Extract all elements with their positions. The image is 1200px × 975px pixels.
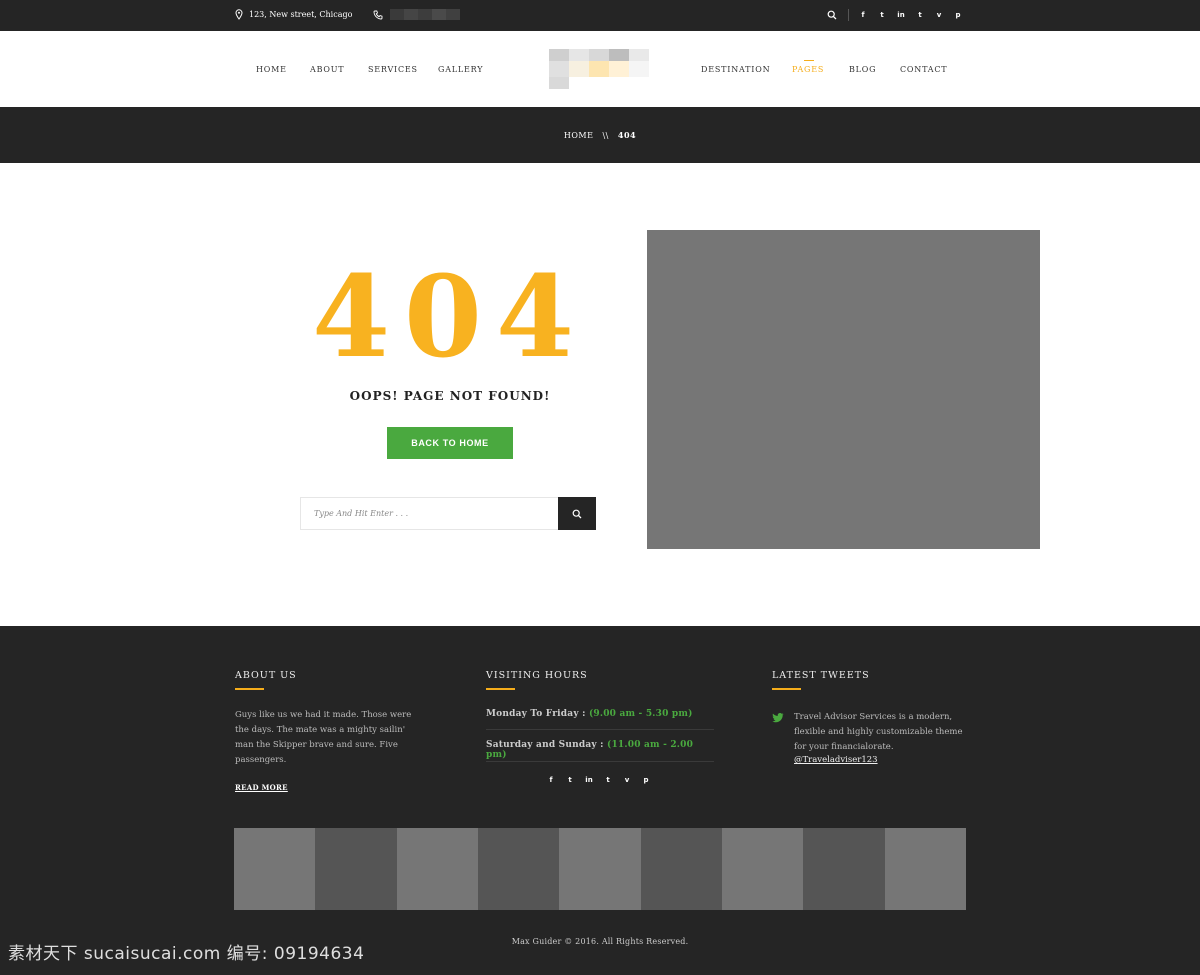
logo[interactable] xyxy=(549,49,649,89)
nav-about[interactable]: ABOUT xyxy=(310,65,344,74)
facebook-icon[interactable]: f xyxy=(547,776,555,784)
about-heading: ABOUT US xyxy=(235,670,297,681)
footer-social-links: f t in t v p xyxy=(547,776,650,784)
nav-destination[interactable]: DESTINATION xyxy=(701,65,770,74)
search-button[interactable] xyxy=(558,497,596,530)
heading-underline xyxy=(235,688,264,690)
top-bar: 123, New street, Chicago f t in t v p xyxy=(0,0,1200,31)
main-header: HOME ABOUT SERVICES GALLERY DESTINATION … xyxy=(0,31,1200,107)
gallery-thumbnail[interactable] xyxy=(315,828,397,910)
error-message: OOPS! PAGE NOT FOUND! xyxy=(349,389,551,403)
back-to-home-button[interactable]: BACK TO HOME xyxy=(387,427,513,459)
address-text: 123, New street, Chicago xyxy=(249,10,353,19)
nav-services[interactable]: SERVICES xyxy=(368,65,418,74)
gallery-thumbnail[interactable] xyxy=(721,828,804,910)
linkedin-icon[interactable]: in xyxy=(897,11,905,19)
page-banner: HOME \\ 404 xyxy=(0,107,1200,163)
heading-underline xyxy=(486,688,515,690)
search-icon xyxy=(572,509,582,518)
about-text: Guys like us we had it made. Those were … xyxy=(235,710,412,765)
pinterest-icon[interactable]: p xyxy=(954,11,962,19)
error-code: 404 xyxy=(312,252,588,383)
hours-value: (9.00 am - 5.30 pm) xyxy=(588,709,693,719)
footer: ABOUT US Guys like us we had it made. Th… xyxy=(0,626,1200,975)
divider xyxy=(848,9,849,21)
location-pin-icon xyxy=(235,9,243,20)
watermark: 素材天下 sucaisucai.com 编号: 09194634 xyxy=(8,944,365,964)
facebook-icon[interactable]: f xyxy=(859,11,867,19)
hours-row: Saturday and Sunday : (11.00 am - 2.00 p… xyxy=(486,740,714,760)
phone-icon xyxy=(373,10,383,19)
nav-blog[interactable]: BLOG xyxy=(849,65,876,74)
top-bar-right: f t in t v p xyxy=(827,9,962,21)
gallery-thumbnail[interactable] xyxy=(640,828,722,910)
breadcrumb-current: 404 xyxy=(617,130,637,140)
footer-gallery xyxy=(234,828,966,910)
gallery-thumbnail[interactable] xyxy=(234,828,316,910)
hours-label: Monday To Friday : xyxy=(486,709,586,719)
vimeo-icon[interactable]: v xyxy=(935,11,943,19)
twitter-icon[interactable]: t xyxy=(878,11,886,19)
tumblr-icon[interactable]: t xyxy=(916,11,924,19)
heading-underline xyxy=(772,688,801,690)
address: 123, New street, Chicago xyxy=(235,9,352,20)
gallery-thumbnail[interactable] xyxy=(559,828,641,910)
read-more-link[interactable]: READ MORE xyxy=(235,783,288,792)
gallery-thumbnail[interactable] xyxy=(477,828,560,910)
hours-label: Saturday and Sunday : xyxy=(486,740,604,750)
divider xyxy=(486,761,714,762)
hours-heading: VISITING HOURS xyxy=(486,670,588,681)
nav-pages[interactable]: PAGES xyxy=(792,60,824,74)
tweets-heading: LATEST TWEETS xyxy=(772,670,870,681)
gallery-thumbnail[interactable] xyxy=(884,828,966,910)
search-form xyxy=(300,497,596,530)
phone-number-redacted xyxy=(390,9,460,20)
vimeo-icon[interactable]: v xyxy=(623,776,631,784)
hours-row: Monday To Friday : (9.00 am - 5.30 pm) xyxy=(486,709,714,719)
breadcrumb-separator: \\ xyxy=(602,131,609,140)
nav-gallery[interactable]: GALLERY xyxy=(438,65,483,74)
twitter-bird-icon xyxy=(772,713,784,723)
pinterest-icon[interactable]: p xyxy=(642,776,650,784)
tweet-text: Travel Advisor Services is a modern, fle… xyxy=(794,712,963,752)
nav-home[interactable]: HOME xyxy=(256,65,287,74)
gallery-thumbnail[interactable] xyxy=(396,828,478,910)
twitter-icon[interactable]: t xyxy=(566,776,574,784)
breadcrumb: HOME \\ 404 xyxy=(0,130,1200,140)
nav-contact[interactable]: CONTACT xyxy=(900,65,947,74)
linkedin-icon[interactable]: in xyxy=(585,776,593,784)
search-icon[interactable] xyxy=(827,10,837,20)
tumblr-icon[interactable]: t xyxy=(604,776,612,784)
image-placeholder xyxy=(647,230,1040,549)
tweet-handle-link[interactable]: @Traveladviser123 xyxy=(794,755,878,765)
phone xyxy=(373,9,460,20)
breadcrumb-home[interactable]: HOME xyxy=(564,131,594,140)
divider xyxy=(486,729,714,730)
search-input[interactable] xyxy=(300,497,558,530)
social-links: f t in t v p xyxy=(859,11,962,19)
gallery-thumbnail[interactable] xyxy=(803,828,885,910)
